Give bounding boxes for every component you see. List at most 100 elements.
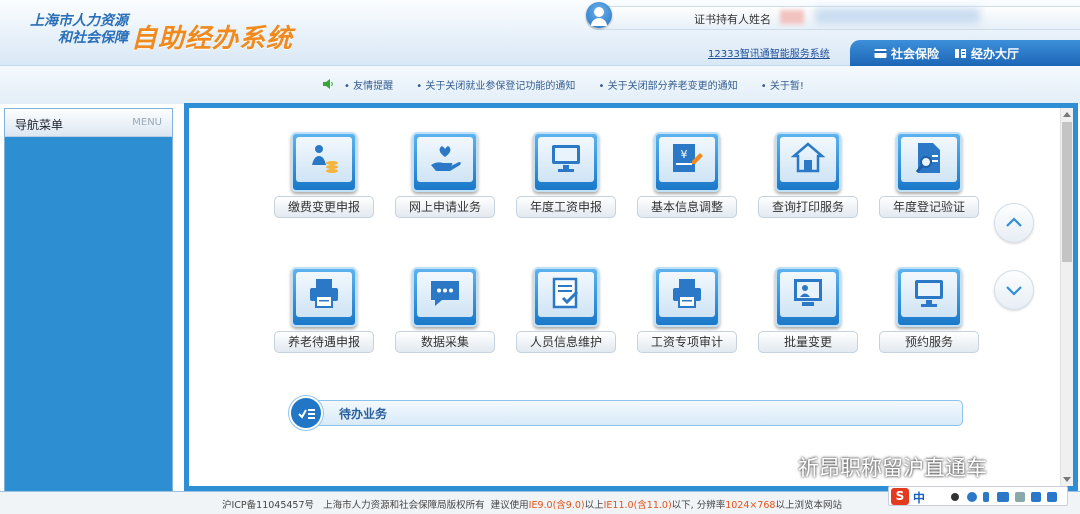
scrollbar-thumb[interactable]: [1062, 122, 1072, 262]
wechat-icon: [761, 457, 791, 477]
footer-text: 沪ICP备11045457号 上海市人力资源和社会保障局版权所有 建议使用IE9…: [222, 497, 842, 511]
ie11-note: IE11.0(含11.0): [603, 500, 672, 511]
notice-item[interactable]: • 关于暂!: [761, 81, 814, 92]
toolbox-icon[interactable]: [1047, 492, 1057, 502]
tile-label-button[interactable]: 工资专项审计: [637, 331, 737, 353]
scroll-arrow-down-icon[interactable]: [1063, 477, 1071, 482]
checklist-icon: [298, 409, 315, 419]
house-icon: [791, 142, 825, 173]
system-title: 自助经办系统: [131, 24, 294, 54]
tile-label-button[interactable]: 人员信息维护: [516, 331, 616, 353]
tile-label-button[interactable]: 年度登记验证: [879, 196, 979, 218]
watermark: 祈昂职称留沪直通车: [760, 452, 987, 482]
below-res-text: 以下, 分辨率: [671, 500, 726, 511]
vertical-scrollbar[interactable]: [1060, 108, 1073, 486]
pending-bar[interactable]: [301, 400, 963, 426]
tile-icon-box[interactable]: [412, 267, 478, 327]
pending-title: 待办业务: [339, 407, 388, 421]
tile-icon-box[interactable]: [654, 267, 720, 327]
microphone-icon[interactable]: [983, 492, 989, 502]
notice-item[interactable]: • 关于关闭就业参保登记功能的通知: [416, 81, 585, 92]
ime-mode[interactable]: 中: [913, 489, 925, 506]
tile-icon-box[interactable]: [533, 132, 599, 192]
tile-icon-box[interactable]: [896, 267, 962, 327]
above-text: 以上: [584, 500, 604, 511]
ime-toolbar[interactable]: S 中: [888, 486, 1068, 506]
tile-icon-box[interactable]: [291, 132, 357, 192]
scroll-down-button[interactable]: [994, 270, 1034, 310]
monitor-icon: [915, 280, 943, 307]
notice-list: • 友情提醒 • 关于关闭就业参保登记功能的通知 • 关于关闭部分养老变更的通知…: [344, 77, 824, 92]
resolution-note: 1024×768: [725, 500, 776, 511]
punctuation-icon[interactable]: [951, 493, 959, 501]
sogou-logo-icon[interactable]: S: [891, 488, 909, 505]
person-coins-icon: [312, 145, 338, 173]
tab-social-insurance[interactable]: 社会保险: [874, 45, 939, 62]
user-icon[interactable]: [1015, 492, 1025, 502]
tile-label-button[interactable]: 数据采集: [395, 331, 495, 353]
logo-line1: 上海市人力资源: [30, 13, 128, 29]
cert-holder-label: 证书持有人姓名: [694, 13, 771, 26]
document-search-icon: [915, 143, 940, 173]
monitor-icon: [552, 145, 580, 172]
tile-icon-box[interactable]: [291, 267, 357, 327]
redacted-info: [815, 8, 980, 24]
nav-title: 导航菜单: [15, 118, 64, 132]
watermark-text: 祈昂职称留沪直通车: [798, 456, 987, 480]
tab-service-hall-label: 经办大厅: [971, 47, 1020, 61]
building-icon: [955, 49, 966, 58]
tab-service-hall[interactable]: 经办大厅: [954, 45, 1019, 62]
advice-prefix: 建议使用: [490, 500, 529, 511]
scroll-arrow-up-icon[interactable]: [1063, 112, 1071, 117]
site-logo[interactable]: 上海市人力资源 和社会保障: [20, 13, 128, 47]
chevron-up-icon: [1006, 217, 1022, 227]
card-icon: [874, 49, 887, 58]
emoji-icon[interactable]: [967, 492, 977, 502]
ie9-note: IE9.0(含9.0): [528, 500, 585, 511]
checklist-icon: [552, 277, 579, 309]
redacted-name: [780, 10, 804, 24]
tile-label-button[interactable]: 缴费变更申报: [274, 196, 374, 218]
scroll-up-button[interactable]: [994, 203, 1034, 243]
advice-suffix: 以上浏览本网站: [775, 500, 842, 511]
tile-label-button[interactable]: 基本信息调整: [637, 196, 737, 218]
tile-label-button[interactable]: 网上申请业务: [395, 196, 495, 218]
notice-item[interactable]: • 友情提醒: [344, 81, 403, 92]
main-panel: 缴费变更申报 网上申请业务 年度工资申报 ¥ 基本信息调整 查询打印服务 年度登记验证养老待…: [184, 103, 1078, 491]
smart-service-link[interactable]: 12333智讯通智能服务系统: [708, 45, 830, 60]
logo-line2: 和社会保障: [58, 30, 128, 46]
chevron-down-icon: [1006, 286, 1022, 296]
icp-number[interactable]: 沪ICP备11045457号: [222, 500, 314, 511]
svg-text:¥: ¥: [681, 148, 688, 161]
tile-label-button[interactable]: 养老待遇申报: [274, 331, 374, 353]
tile-icon-box[interactable]: [775, 267, 841, 327]
pending-icon: [289, 396, 323, 430]
top-tabs: 社会保险 经办大厅: [850, 40, 1080, 66]
notice-item[interactable]: • 关于关闭部分养老变更的通知: [599, 81, 748, 92]
tile-icon-box[interactable]: [775, 132, 841, 192]
tile-label-button[interactable]: 预约服务: [879, 331, 979, 353]
printer-icon: [673, 279, 701, 308]
user-avatar-icon: [586, 2, 612, 28]
skin-icon[interactable]: [1031, 492, 1041, 502]
nav-menu-label: MENU: [132, 117, 162, 128]
tile-label-button[interactable]: 查询打印服务: [758, 196, 858, 218]
tile-label-button[interactable]: 年度工资申报: [516, 196, 616, 218]
notice-bar: • 友情提醒 • 关于关闭就业参保登记功能的通知 • 关于关闭部分养老变更的通知…: [0, 66, 1080, 104]
printer-icon: [310, 279, 338, 308]
tile-icon-box[interactable]: [896, 132, 962, 192]
keyboard-icon[interactable]: [997, 492, 1009, 502]
tile-label-button[interactable]: 批量变更: [758, 331, 858, 353]
chat-bubble-icon: [431, 281, 459, 306]
tile-icon-box[interactable]: [533, 267, 599, 327]
tab-social-insurance-label: 社会保险: [891, 47, 940, 61]
speaker-icon: [323, 79, 333, 89]
copyright: 上海市人力资源和社会保障局版权所有: [323, 500, 485, 511]
hand-heart-icon: [431, 146, 461, 171]
tile-icon-box[interactable]: ¥: [654, 132, 720, 192]
nav-header[interactable]: 导航菜单 MENU: [5, 109, 172, 137]
tile-icon-box[interactable]: [412, 132, 478, 192]
sidebar-nav: 导航菜单 MENU: [4, 108, 173, 492]
yen-edit-icon: ¥: [673, 144, 703, 172]
presentation-icon: [794, 279, 822, 306]
